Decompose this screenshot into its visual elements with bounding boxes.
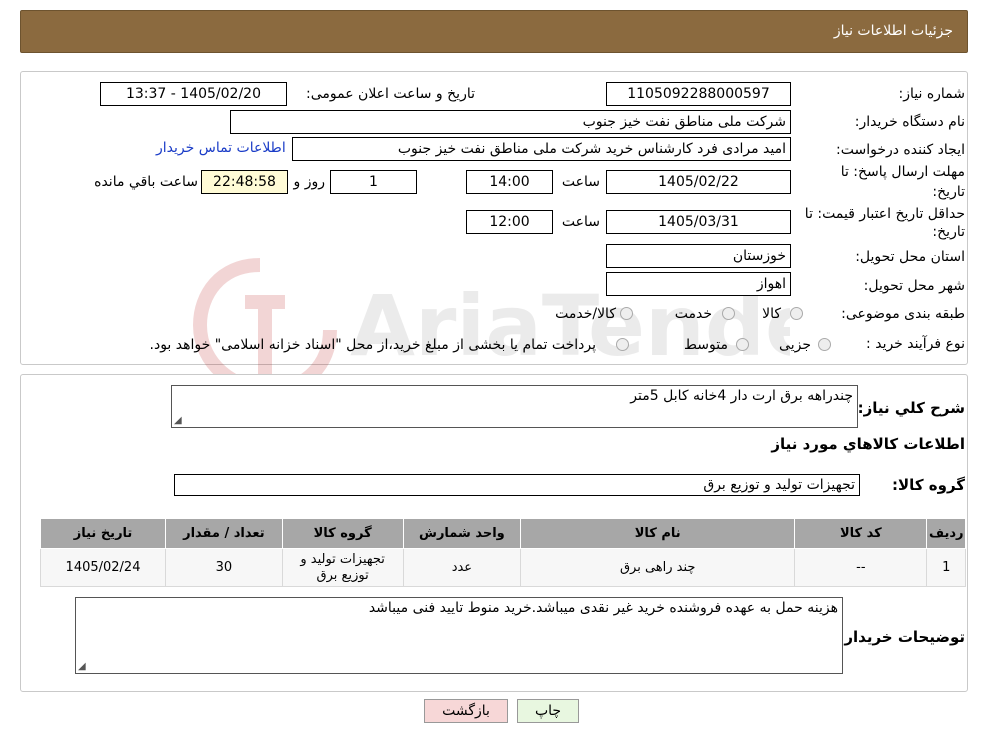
reply-deadline-label-2: تاریخ: (932, 184, 965, 200)
category-option-goods-service: کالا/خدمت (555, 306, 616, 322)
process-label: نوع فرآیند خرید : (866, 336, 965, 352)
col-quantity: تعداد / مقدار (165, 518, 283, 549)
reply-deadline-label: مهلت ارسال پاسخ: تا (840, 164, 965, 180)
items-table: ردیف کد کالا نام کالا واحد شمارش گروه کا… (39, 518, 966, 587)
requester-label: ایجاد کننده درخواست: (836, 142, 965, 158)
contact-info-link[interactable]: اطلاعات تماس خریدار (156, 140, 286, 156)
province-label: استان محل تحویل: (855, 249, 965, 265)
city-value: اهواز (606, 272, 791, 296)
col-item-code: کد کالا (794, 518, 928, 549)
print-button[interactable]: چاپ (517, 699, 579, 723)
summary-text: چندراهه برق ارت دار 4خانه کابل 5متر (630, 388, 853, 404)
buyer-org-label: نام دستگاه خریدار: (854, 114, 965, 130)
col-row-number: ردیف (926, 518, 966, 549)
remaining-label: ساعت باقي مانده (94, 174, 198, 190)
cell-row-number: 1 (926, 548, 966, 587)
category-option-goods: کالا (762, 306, 781, 322)
reply-date-value: 1405/02/22 (606, 170, 791, 194)
cell-item-code: -- (794, 548, 928, 587)
col-item-name: نام کالا (520, 518, 796, 549)
resize-grip-icon[interactable]: ◢ (78, 661, 86, 672)
category-radio-goods[interactable] (790, 307, 803, 320)
announce-date-label: تاریخ و ساعت اعلان عمومی: (306, 86, 475, 102)
reply-time-value: 14:00 (466, 170, 553, 194)
days-value: 1 (330, 170, 417, 194)
requester-value: امید مرادی فرد کارشناس خرید شرکت ملی منا… (292, 137, 791, 161)
summary-textarea[interactable]: چندراهه برق ارت دار 4خانه کابل 5متر ◢ (171, 385, 858, 428)
need-number-value: 1105092288000597 (606, 82, 791, 106)
cell-unit: عدد (402, 548, 522, 587)
cell-group: تجهیزات تولید و توزیع برق (281, 548, 404, 587)
process-radio-minor[interactable] (818, 338, 831, 351)
cell-need-date: 1405/02/24 (39, 548, 167, 587)
goods-group-label: گروه كالا: (892, 476, 965, 494)
buyer-notes-label: توضیحات خریدار: (838, 628, 965, 646)
buyer-notes-textarea[interactable]: هزینه حمل به عهده فروشنده خرید غیر نقدی … (75, 597, 843, 674)
category-option-service: خدمت (674, 306, 712, 322)
items-table-header-row: ردیف کد کالا نام کالا واحد شمارش گروه کا… (39, 518, 966, 549)
price-date-value: 1405/03/31 (606, 210, 791, 234)
cell-item-name: چند راهی برق (520, 548, 796, 587)
page-title: جزئیات اطلاعات نیاز (833, 23, 953, 39)
remaining-time-value: 22:48:58 (201, 170, 288, 194)
price-valid-label-2: تاریخ: (932, 224, 965, 240)
province-value: خوزستان (606, 244, 791, 268)
col-need-date: تاریخ نیاز (39, 518, 167, 549)
reply-time-label: ساعت (561, 174, 600, 190)
category-radio-service[interactable] (722, 307, 735, 320)
page-header: جزئیات اطلاعات نیاز (20, 10, 968, 53)
process-note: پرداخت تمام یا بخشی از مبلغ خرید،از محل … (149, 337, 596, 353)
city-label: شهر محل تحویل: (863, 278, 965, 294)
category-radio-goods-service[interactable] (620, 307, 633, 320)
back-button[interactable]: بازگشت (424, 699, 508, 723)
category-label: طبقه بندی موضوعی: (841, 306, 965, 322)
price-time-label: ساعت (561, 214, 600, 230)
process-radio-treasury[interactable] (616, 338, 629, 351)
process-option-medium: متوسط (684, 337, 728, 353)
process-radio-medium[interactable] (736, 338, 749, 351)
announce-date-value: 1405/02/20 - 13:37 (100, 82, 287, 106)
resize-grip-icon[interactable]: ◢ (174, 415, 182, 426)
cell-quantity: 30 (165, 548, 283, 587)
table-row: 1 -- چند راهی برق عدد تجهیزات تولید و تو… (39, 548, 966, 587)
price-valid-label: حداقل تاریخ اعتبار قیمت: تا (804, 206, 965, 222)
summary-label: شرح كلي نياز: (857, 399, 965, 417)
days-label: روز و (293, 174, 326, 190)
need-number-label: شماره نیاز: (898, 86, 966, 102)
col-group: گروه کالا (281, 518, 404, 549)
goods-info-heading: اطلاعات كالاهاي مورد نياز (771, 435, 965, 453)
price-time-value: 12:00 (466, 210, 553, 234)
process-option-minor: جزیی (779, 337, 811, 353)
buyer-org-value: شرکت ملی مناطق نفت خیز جنوب (230, 110, 791, 134)
goods-group-value: تجهیزات تولید و توزیع برق (174, 474, 860, 496)
col-unit: واحد شمارش (402, 518, 522, 549)
buyer-notes-text: هزینه حمل به عهده فروشنده خرید غیر نقدی … (368, 600, 838, 616)
